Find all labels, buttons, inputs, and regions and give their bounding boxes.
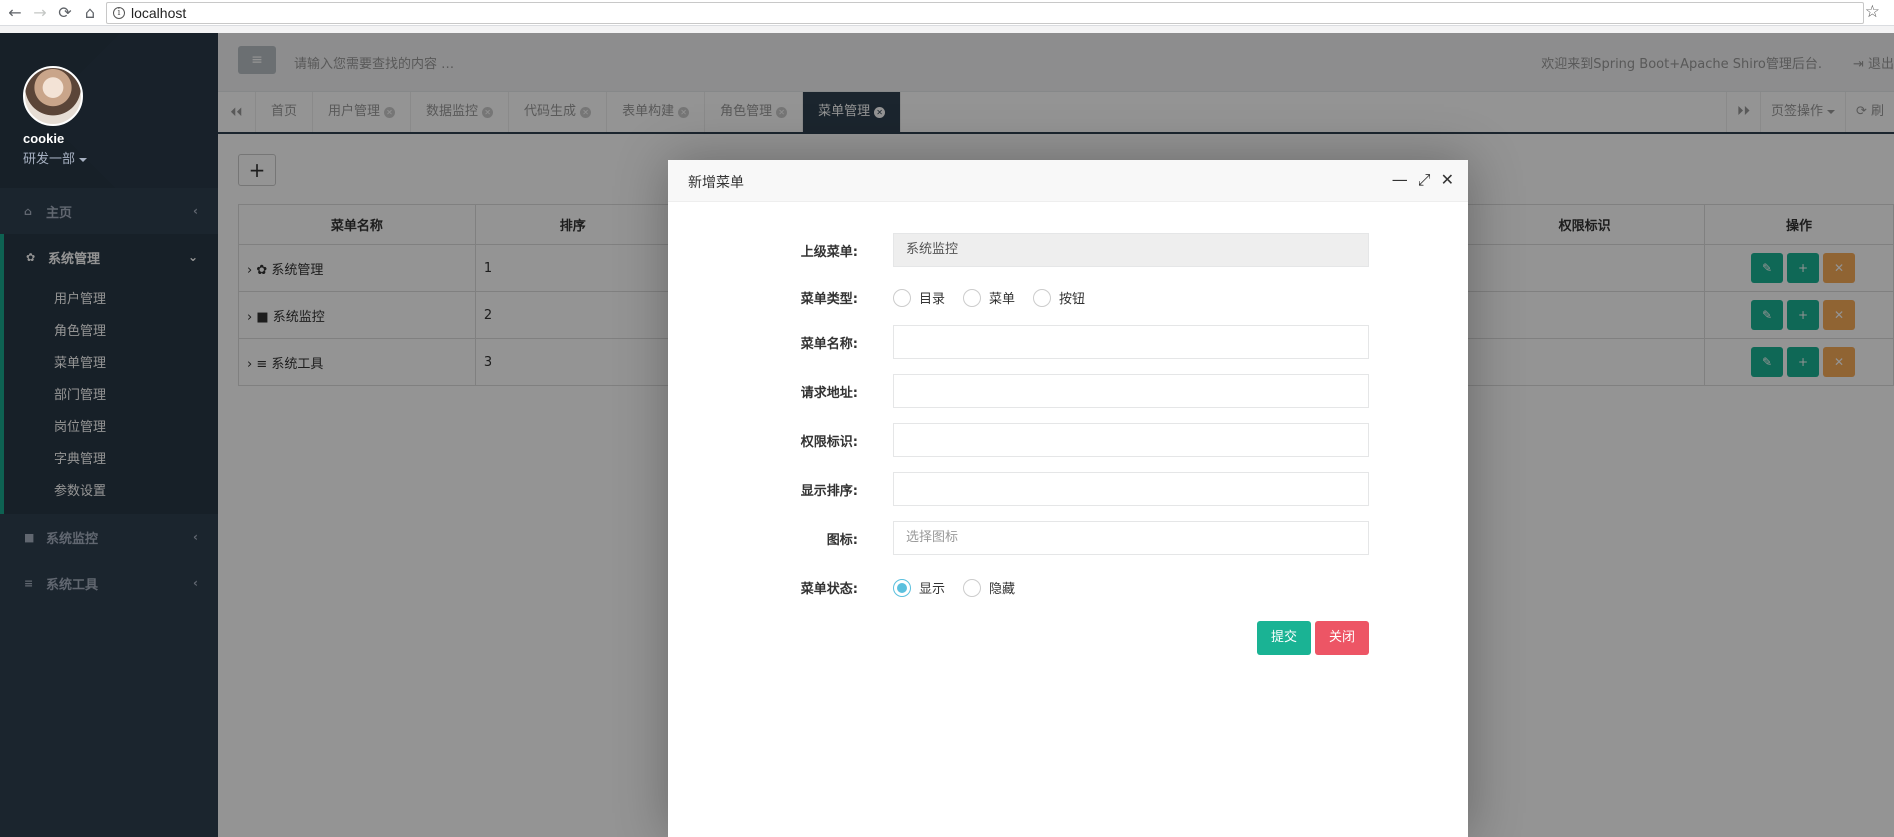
maximize-icon[interactable]: ⤢	[1418, 170, 1431, 190]
perms-label: 权限标识:	[800, 435, 858, 450]
info-icon[interactable]: i	[113, 6, 125, 19]
radio-menu[interactable]: 菜单	[963, 288, 1015, 307]
radio-button[interactable]: 按钮	[1033, 288, 1085, 307]
parent-menu-label: 上级菜单:	[800, 245, 858, 260]
user-name: cookie	[23, 131, 65, 146]
forward-button[interactable]: →	[30, 3, 50, 23]
radio-circle-checked[interactable]	[893, 578, 911, 597]
form-row-url: 请求地址:	[668, 374, 1468, 408]
icon-select-input[interactable]: 选择图标	[893, 521, 1369, 555]
dialog-window-controls: — ⤢ ✕	[1392, 170, 1454, 190]
radio-hide[interactable]: 隐藏	[963, 578, 1015, 597]
reload-button[interactable]: ⟳	[55, 3, 75, 23]
caret-down-icon	[79, 157, 88, 162]
dialog-header: 新增菜单 — ⤢ ✕	[668, 160, 1468, 202]
request-url-label: 请求地址:	[800, 386, 858, 401]
request-url-input[interactable]	[893, 374, 1369, 408]
browser-toolbar: ← → ⟳ ⌂ i localhost ☆	[0, 0, 1894, 26]
form-row-icon: 图标: 选择图标	[668, 521, 1468, 555]
radio-label: 隐藏	[989, 582, 1016, 597]
radio-label: 目录	[919, 292, 946, 307]
menu-type-radios: 目录 菜单 按钮	[893, 288, 1085, 307]
address-bar[interactable]: i localhost	[106, 1, 1864, 24]
radio-directory[interactable]: 目录	[893, 288, 945, 307]
minimize-icon[interactable]: —	[1392, 170, 1408, 190]
home-button[interactable]: ⌂	[80, 3, 100, 23]
radio-show[interactable]: 显示	[893, 578, 945, 597]
menu-type-label: 菜单类型:	[800, 292, 858, 307]
radio-circle[interactable]	[963, 288, 982, 307]
radio-circle[interactable]	[1033, 288, 1052, 307]
status-radios: 显示 隐藏	[893, 578, 1015, 597]
radio-label: 菜单	[989, 292, 1016, 307]
close-icon[interactable]: ✕	[1441, 170, 1454, 190]
order-label: 显示排序:	[800, 484, 858, 499]
icon-label: 图标:	[826, 533, 858, 548]
menu-name-input[interactable]	[893, 325, 1369, 359]
bookmark-star-icon[interactable]: ☆	[1865, 2, 1880, 22]
menu-name-label: 菜单名称:	[800, 337, 858, 352]
submit-button[interactable]: 提交	[1257, 621, 1311, 655]
user-dept-dropdown[interactable]: 研发一部	[23, 148, 88, 167]
user-dept-label: 研发一部	[23, 152, 76, 167]
add-menu-dialog: 新增菜单 — ⤢ ✕ 上级菜单: 系统监控 菜单类型: 目录 菜单 按钮 菜单名…	[668, 160, 1468, 837]
back-button[interactable]: ←	[5, 3, 25, 23]
dialog-title: 新增菜单	[688, 175, 744, 191]
form-row-perms: 权限标识:	[668, 423, 1468, 457]
radio-circle[interactable]	[963, 578, 982, 597]
avatar[interactable]	[23, 66, 83, 126]
form-row-order: 显示排序:	[668, 472, 1468, 506]
form-row-status: 菜单状态: 显示 隐藏	[668, 570, 1468, 604]
order-input[interactable]	[893, 472, 1369, 506]
form-row-parent: 上级菜单: 系统监控	[668, 233, 1468, 267]
url-text[interactable]: localhost	[131, 5, 186, 21]
perms-input[interactable]	[893, 423, 1369, 457]
radio-label: 按钮	[1059, 292, 1086, 307]
form-row-name: 菜单名称:	[668, 325, 1468, 359]
close-button[interactable]: 关闭	[1315, 621, 1369, 655]
status-label: 菜单状态:	[800, 582, 858, 597]
radio-circle[interactable]	[893, 288, 911, 307]
form-row-type: 菜单类型: 目录 菜单 按钮	[668, 280, 1468, 314]
radio-label: 显示	[919, 582, 946, 597]
parent-menu-field[interactable]: 系统监控	[893, 233, 1369, 267]
